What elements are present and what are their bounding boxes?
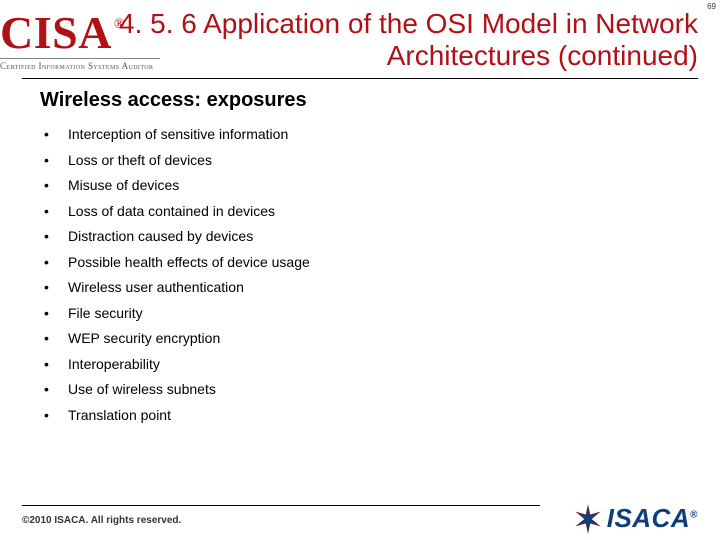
footer: ©2010 ISACA. All rights reserved. ISACA® <box>0 496 720 540</box>
body: Wireless access: exposures Interception … <box>0 89 720 424</box>
cisa-logo: CISA ® Certified Information Systems Aud… <box>0 10 180 71</box>
list-item: Wireless user authentication <box>40 279 680 297</box>
list-item: Possible health effects of device usage <box>40 254 680 272</box>
list-item: Loss of data contained in devices <box>40 203 680 221</box>
cisa-logo-subtitle: Certified Information Systems Auditor <box>0 58 160 71</box>
isaca-logo-text: ISACA® <box>607 503 698 534</box>
list-item: Loss or theft of devices <box>40 152 680 170</box>
list-item: Use of wireless subnets <box>40 381 680 399</box>
isaca-logo: ISACA® <box>573 503 698 534</box>
cisa-logo-text: CISA <box>0 10 112 56</box>
slide: 69 CISA ® Certified Information Systems … <box>0 0 720 540</box>
isaca-name: ISACA <box>607 503 690 533</box>
list-item: Interception of sensitive information <box>40 126 680 144</box>
list-item: Translation point <box>40 407 680 425</box>
header: CISA ® Certified Information Systems Aud… <box>0 0 720 79</box>
list-item: WEP security encryption <box>40 330 680 348</box>
title-divider <box>22 78 698 79</box>
registered-icon: ® <box>690 509 698 520</box>
star-burst-icon <box>573 504 603 534</box>
list-item: Interoperability <box>40 356 680 374</box>
list-item: Misuse of devices <box>40 177 680 195</box>
list-item: Distraction caused by devices <box>40 228 680 246</box>
subheading: Wireless access: exposures <box>40 89 680 112</box>
copyright-text: ©2010 ISACA. All rights reserved. <box>22 515 181 526</box>
footer-divider <box>22 505 540 506</box>
bullet-list: Interception of sensitive information Lo… <box>40 126 680 424</box>
cisa-logo-mark: CISA ® <box>0 10 180 56</box>
list-item: File security <box>40 305 680 323</box>
registered-icon: ® <box>114 17 125 33</box>
